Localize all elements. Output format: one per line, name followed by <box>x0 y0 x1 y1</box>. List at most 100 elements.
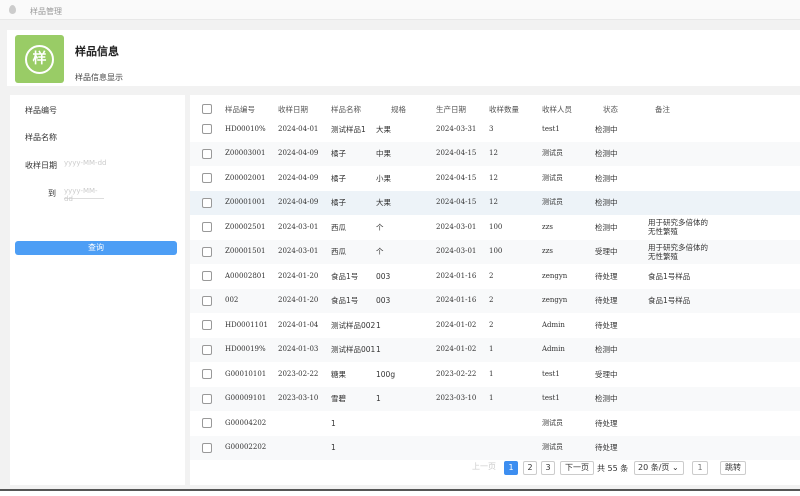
table-cell <box>648 436 708 461</box>
table-cell: 待处理 <box>595 271 618 281</box>
table-cell: 1 <box>331 443 336 453</box>
table-cell: 检测中 <box>595 124 618 134</box>
table-cell: 2 <box>489 320 494 329</box>
row-checkbox[interactable] <box>202 344 212 355</box>
table-cell: 1 <box>489 394 494 403</box>
table-row[interactable]: G00009101 2023-03-10 雪碧 1 2023-03-10 1 test1 检测… <box>190 386 800 411</box>
table-cell: 橘子 <box>331 173 346 183</box>
table-cell: A00002801 <box>225 271 266 280</box>
row-checkbox[interactable] <box>202 173 212 183</box>
row-checkbox[interactable] <box>202 442 212 453</box>
table-cell <box>648 362 708 387</box>
table-cell: Z00002001 <box>225 173 266 182</box>
receive-date-to-input[interactable]: yyyy-MM-dd <box>64 187 104 203</box>
table-cell <box>648 191 708 216</box>
row-checkbox[interactable] <box>202 222 212 232</box>
page-3-button[interactable]: 3 <box>541 461 555 475</box>
table-cell: 2024-03-01 <box>278 222 319 231</box>
receive-date-from-input[interactable]: yyyy-MM-dd <box>64 159 174 171</box>
row-checkbox[interactable] <box>202 246 212 257</box>
table-cell: 测试样品002 <box>331 320 376 330</box>
breadcrumb: 样品管理 <box>30 7 62 16</box>
table-cell: HD00019% <box>225 345 266 354</box>
table-cell: 测试员 <box>542 443 563 452</box>
table-cell: 2024-03-01 <box>436 222 477 231</box>
table-row[interactable]: 002 2024-01-20 食品1号 003 2024-01-16 2 zengyn 待处理… <box>190 288 800 313</box>
table-row[interactable]: HD00019% 2024-01-03 测试样品001 1 2024-01-02 1 Adm… <box>190 337 800 363</box>
table-row[interactable]: HD0001101 2024-01-04 测试样品002 1 2024-01-02 2 Ad… <box>190 313 800 338</box>
jump-button[interactable]: 跳转 <box>720 461 746 475</box>
table-cell: 1 <box>376 394 381 404</box>
table-cell: 受理中 <box>595 247 618 257</box>
table-row[interactable]: G00004202 1 测试员 待处理 <box>190 411 800 436</box>
row-checkbox[interactable] <box>202 418 212 428</box>
table-cell: 西瓜 <box>331 247 346 257</box>
table-cell: 2024-01-03 <box>278 345 319 354</box>
table-cell: 12 <box>489 198 498 207</box>
table-cell: 2024-03-01 <box>278 247 319 256</box>
table-row[interactable]: A00002801 2024-01-20 食品1号 003 2024-01-16 2 zen… <box>190 264 800 289</box>
table-cell: 2024-01-20 <box>278 296 319 305</box>
table-cell: HD0001101 <box>225 320 268 329</box>
row-checkbox[interactable] <box>202 124 212 134</box>
table-row[interactable]: Z00002501 2024-03-01 西瓜 个 2024-03-01 100 zzs 检测… <box>190 215 800 240</box>
table-cell: 2 <box>489 271 494 280</box>
table-cell: 2024-01-02 <box>436 345 477 354</box>
table-cell: 1 <box>376 320 381 330</box>
jump-page-input[interactable]: 1 <box>692 461 708 475</box>
page-size-select[interactable]: 20 条/页 ⌄ <box>634 461 684 475</box>
table-cell: 食品1号样品 <box>648 296 691 306</box>
table-cell: 食品1号 <box>331 271 359 281</box>
table-cell: 待处理 <box>595 320 618 330</box>
next-page-button[interactable]: 下一页 <box>560 461 594 475</box>
query-button[interactable]: 查询 <box>15 241 177 255</box>
table-cell: 2023-02-22 <box>436 369 477 378</box>
table-cell: 100 <box>489 222 503 231</box>
table-cell: 用于研究多倍体的无性繁殖 <box>648 218 708 237</box>
page-1-button[interactable]: 1 <box>504 461 518 475</box>
select-all-checkbox[interactable] <box>202 104 212 114</box>
table-cell: Z00002501 <box>225 222 266 231</box>
row-checkbox[interactable] <box>202 320 212 330</box>
table-cell <box>648 338 708 363</box>
table-cell: zzs <box>542 247 553 256</box>
row-checkbox[interactable] <box>202 369 212 379</box>
page-2-button[interactable]: 2 <box>523 461 537 475</box>
table-row[interactable]: Z00001501 2024-03-01 西瓜 个 2024-03-01 100 zzs 受理… <box>190 239 800 264</box>
table-cell: 1 <box>489 345 494 354</box>
table-cell: 小果 <box>376 173 391 183</box>
sample-table: 样品编号 收样日期 样品名称 规格 生产日期 收样数量 收样人员 状态 备注 H… <box>190 95 800 485</box>
row-checkbox[interactable] <box>202 271 212 281</box>
table-cell: 003 <box>376 296 391 306</box>
table-cell: zengyn <box>542 271 568 280</box>
table-row[interactable]: HD00010% 2024-04-01 测试样品1 大果 2024-03-31 3 test… <box>190 117 800 142</box>
table-cell: G00002202 <box>225 443 267 452</box>
filter-panel: 样品编号 样品名称 收样日期 yyyy-MM-dd 到 yyyy-MM-dd 查… <box>10 95 185 485</box>
prev-page-button[interactable]: 上一页 <box>472 461 496 475</box>
table-cell: Admin <box>542 320 565 329</box>
table-row[interactable]: G00002202 1 测试员 待处理 <box>190 435 800 461</box>
table-cell: G00009101 <box>225 394 267 403</box>
bottom-bar <box>0 489 800 496</box>
table-cell: 2024-04-09 <box>278 173 319 182</box>
table-cell: 中果 <box>376 149 391 159</box>
table-cell <box>648 166 708 191</box>
table-cell: 1 <box>376 345 381 355</box>
table-cell: 100 <box>489 247 503 256</box>
row-checkbox[interactable] <box>202 197 212 208</box>
table-cell: 2024-01-16 <box>436 296 477 305</box>
row-checkbox[interactable] <box>202 393 212 404</box>
table-row[interactable]: Z00003001 2024-04-09 橘子 中果 2024-04-15 12 测试员 检测… <box>190 141 800 166</box>
sample-logo-icon: 样 <box>15 35 64 83</box>
table-row[interactable]: G00010101 2023-02-22 糖果 100g 2023-02-22 1 test… <box>190 362 800 387</box>
table-cell: 检测中 <box>595 394 618 404</box>
table-cell: G00004202 <box>225 418 267 427</box>
table-row[interactable]: Z00002001 2024-04-09 橘子 小果 2024-04-15 12 测试员 检测… <box>190 166 800 191</box>
table-cell: 2023-03-10 <box>278 394 319 403</box>
table-cell: 测试样品1 <box>331 124 366 134</box>
table-cell: 2024-04-01 <box>278 124 319 133</box>
row-checkbox[interactable] <box>202 295 212 306</box>
table-cell: Z00001501 <box>225 247 266 256</box>
row-checkbox[interactable] <box>202 148 212 159</box>
table-row[interactable]: Z00001001 2024-04-09 橘子 大果 2024-04-15 12 测试员 检测… <box>190 190 800 216</box>
